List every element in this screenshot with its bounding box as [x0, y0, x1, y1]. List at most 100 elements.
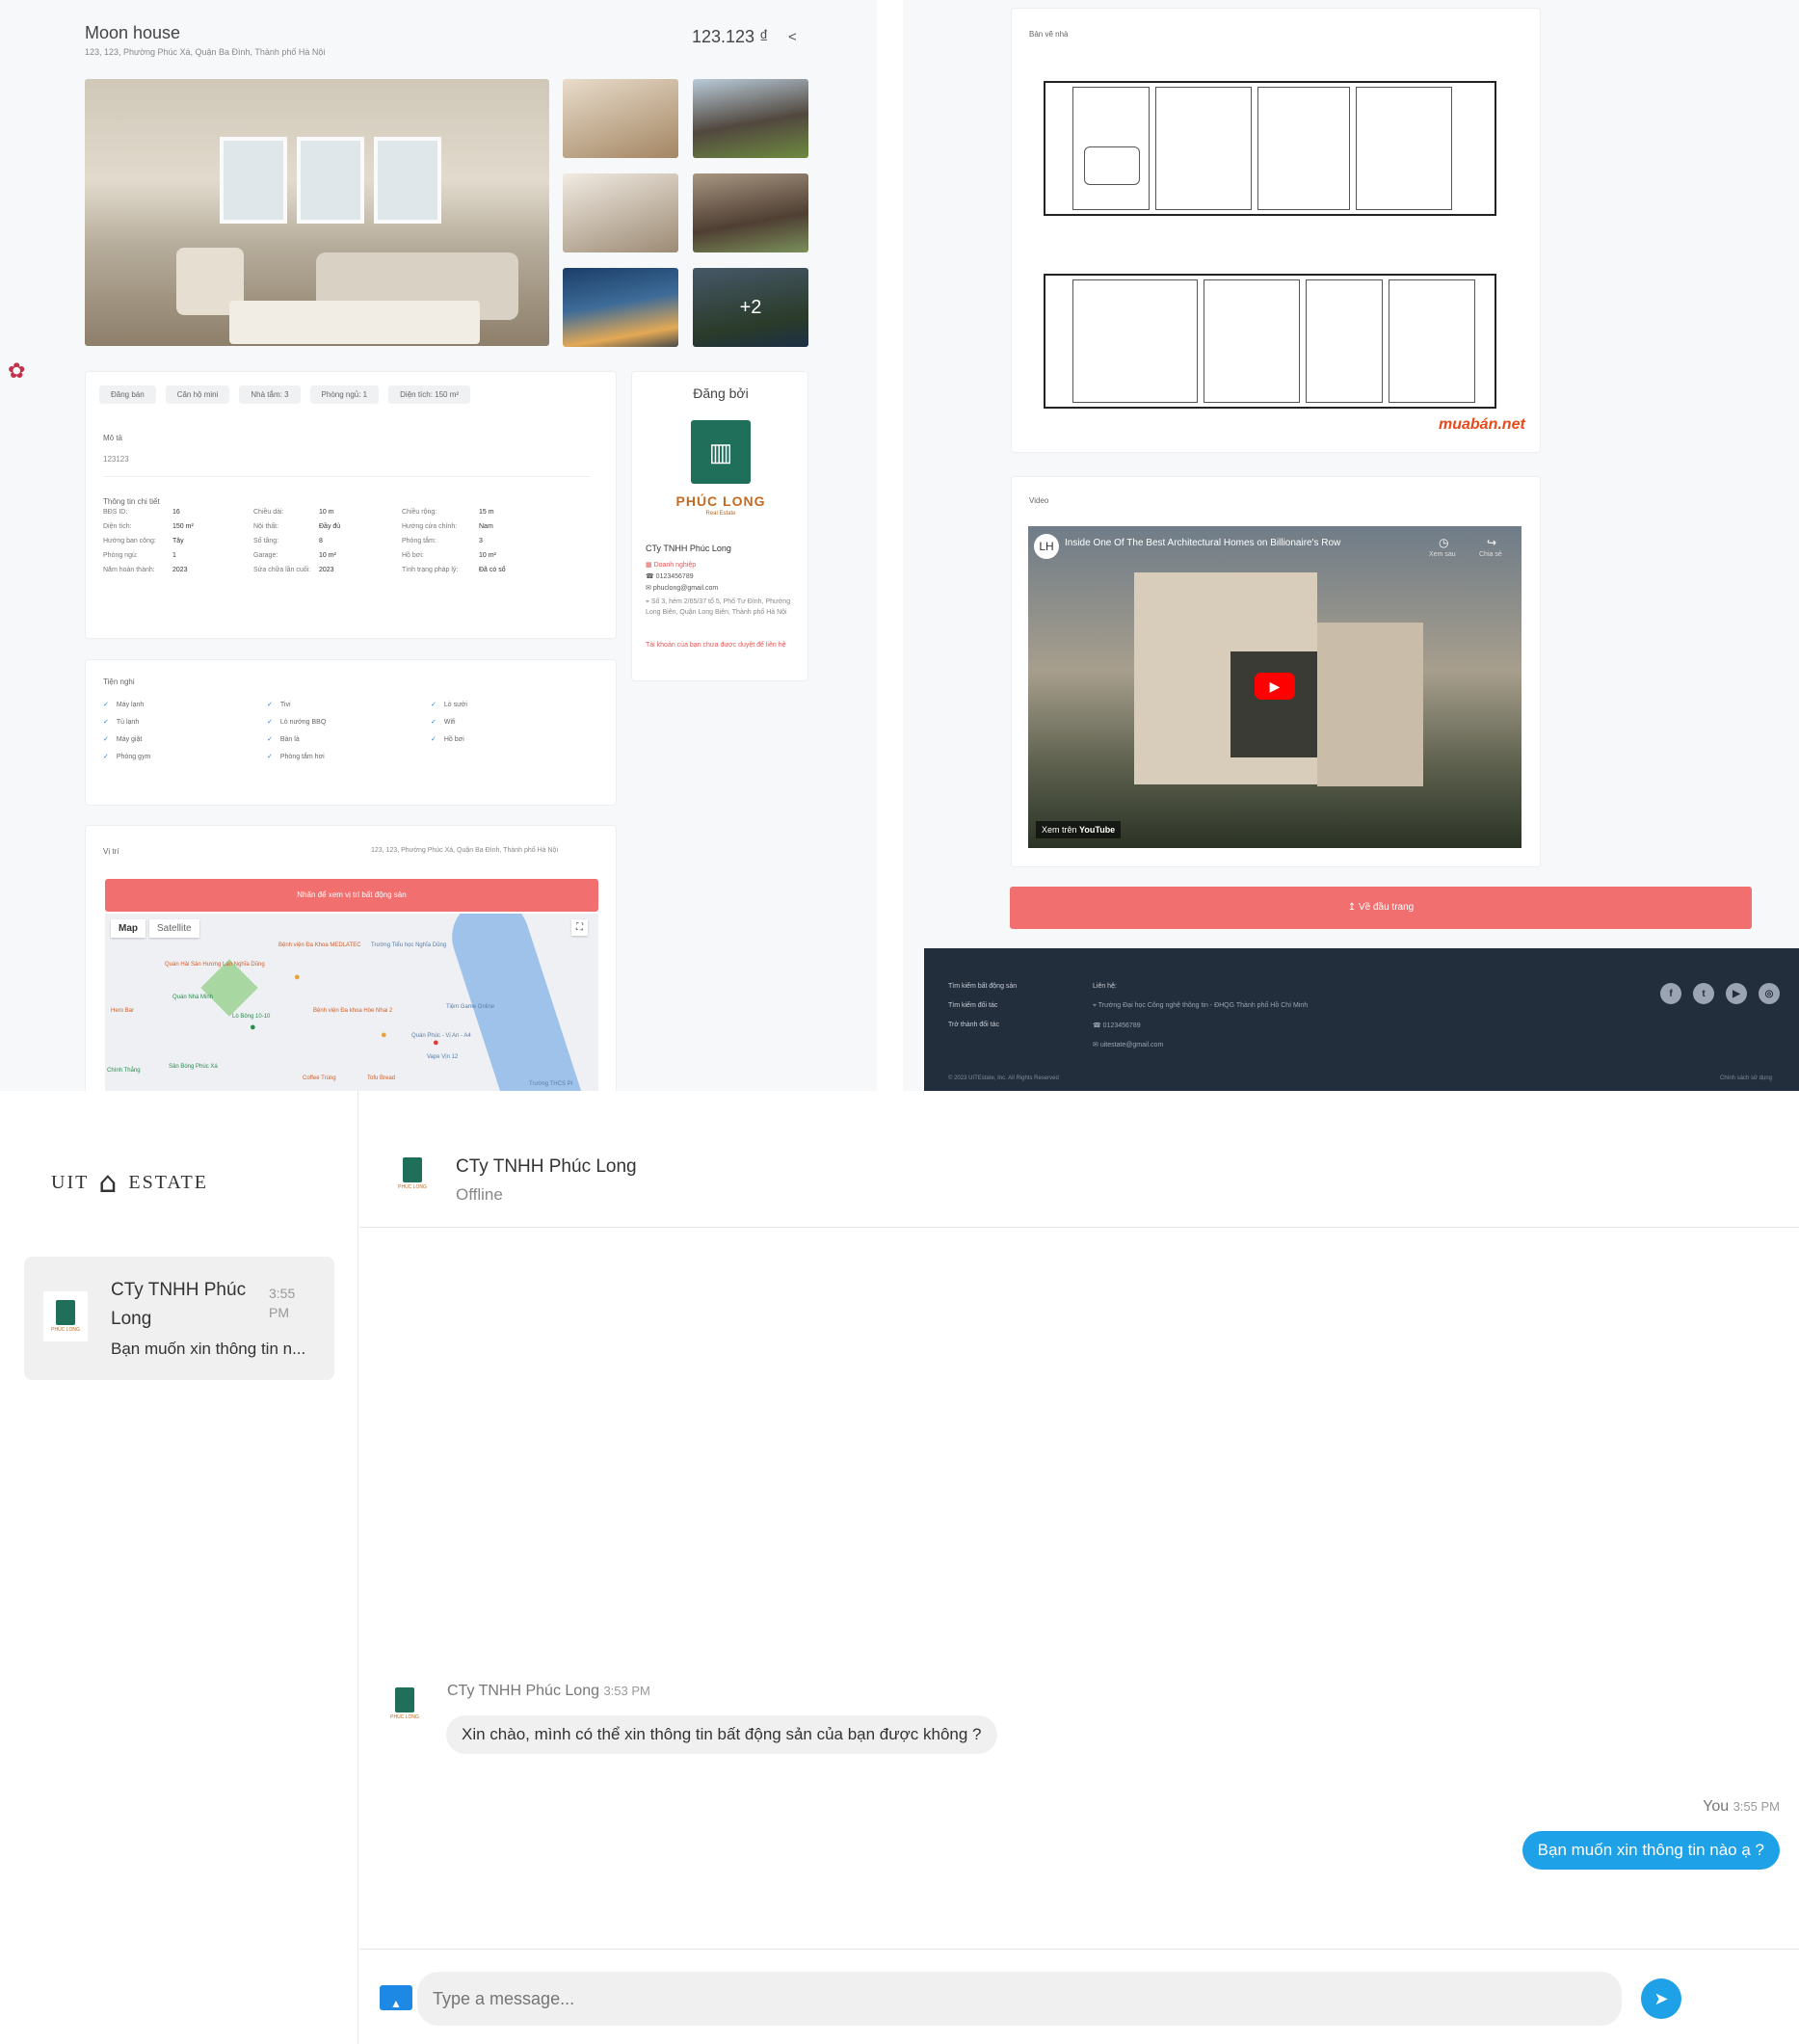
- chat-header-status: Offline: [456, 1185, 503, 1204]
- brand-left: UIT: [51, 1172, 90, 1193]
- agent-address-text: Số 3, hẻm 2/65/37 tổ 5, Phố Tư Đình, Phư…: [646, 598, 791, 616]
- watch-later-icon[interactable]: ◷: [1439, 536, 1448, 549]
- map-poi-icon[interactable]: ●: [250, 1022, 256, 1033]
- video-player[interactable]: LH Inside One Of The Best Architectural …: [1028, 526, 1521, 848]
- satellite-tab[interactable]: Satellite: [149, 919, 199, 938]
- share-video-label: Chia sẻ: [1479, 551, 1502, 558]
- amenity-item: ✓ Bàn là: [267, 735, 431, 743]
- company-logo-subtext: Real Estate: [705, 511, 736, 517]
- contact-phone-text: 0123456789: [1102, 1022, 1141, 1029]
- message-time: 3:53 PM: [603, 1684, 650, 1698]
- agent-name: CTy TNHH Phúc Long: [646, 544, 731, 553]
- chat-header: PHÚC LONG CTy TNHH Phúc Long Offline: [359, 1091, 1799, 1228]
- video-label: Video: [1029, 496, 1049, 505]
- brand-logo[interactable]: UIT ⌂ ESTATE: [51, 1166, 208, 1200]
- thumbnail-photo[interactable]: [563, 268, 678, 347]
- map-label: Tofu Bread: [367, 1075, 396, 1081]
- detail-label: Hồ bơi:: [402, 552, 424, 559]
- detail-value: 16: [172, 509, 180, 516]
- detail-label: BĐS ID:: [103, 509, 128, 516]
- agent-phone-text: 0123456789: [655, 573, 694, 580]
- youtube-icon[interactable]: ▶: [1726, 983, 1747, 1004]
- detail-value: 8: [319, 538, 323, 544]
- map-label: Quán Nhà Minh: [172, 995, 214, 1000]
- agent-email[interactable]: ✉ phuclong@gmail.com: [646, 584, 718, 592]
- video-title[interactable]: Inside One Of The Best Architectural Hom…: [1065, 538, 1340, 548]
- thumbnail-photo[interactable]: [563, 173, 678, 252]
- instagram-icon[interactable]: ◎: [1759, 983, 1780, 1004]
- footer-link[interactable]: Tìm kiếm đối tác: [948, 1002, 997, 1009]
- building-icon: ▦: [646, 562, 654, 569]
- map-tab[interactable]: Map: [111, 919, 146, 938]
- share-video-icon[interactable]: ↪: [1487, 536, 1496, 549]
- amenity-label: Hồ bơi: [443, 736, 464, 743]
- detail-label: Phòng ngủ:: [103, 552, 138, 559]
- terms-link[interactable]: Chính sách sử dụng: [1720, 1075, 1772, 1081]
- facebook-icon[interactable]: f: [1660, 983, 1681, 1004]
- detail-label: Tình trạng pháp lý:: [402, 567, 459, 573]
- watch-on-youtube[interactable]: Xem trên YouTube: [1036, 821, 1122, 838]
- share-icon[interactable]: <: [788, 29, 797, 45]
- floor-plan-label: Bản vẽ nhà: [1029, 30, 1069, 39]
- amenity-item: ✓ Lò sưởi: [431, 701, 546, 708]
- amenity-label: Lò nướng BBQ: [279, 719, 327, 726]
- check-icon: ✓: [267, 719, 273, 726]
- posted-by-label: Đăng bởi: [693, 385, 749, 401]
- channel-avatar[interactable]: LH: [1034, 534, 1059, 559]
- main-photo[interactable]: [85, 79, 549, 346]
- check-icon: ✓: [103, 736, 109, 743]
- footer-link[interactable]: Trở thành đối tác: [948, 1022, 999, 1028]
- map-label: Hero Bar: [111, 1008, 135, 1014]
- send-icon[interactable]: ➤: [1641, 1978, 1681, 2019]
- floor-plan-image[interactable]: muabán.net: [1030, 58, 1525, 443]
- brand-right: ESTATE: [128, 1172, 208, 1193]
- message-avatar: PHÚC LONG: [383, 1679, 427, 1729]
- detail-value: 10 m²: [319, 552, 336, 559]
- agent-phone[interactable]: ☎ 0123456789: [646, 572, 694, 580]
- arrow-up-icon: ↥: [1347, 902, 1359, 913]
- play-icon[interactable]: ▶: [1255, 673, 1295, 700]
- info-card: Đăng bán Căn hộ mini Nhà tắm: 3 Phòng ngủ: …: [85, 371, 617, 639]
- amenity-item: ✓ Tủ lạnh: [103, 718, 267, 726]
- fullscreen-icon[interactable]: ⛶: [571, 919, 588, 936]
- detail-value: Tây: [172, 538, 184, 544]
- twitter-icon[interactable]: t: [1693, 983, 1714, 1004]
- view-location-button[interactable]: Nhấn để xem vị trí bất động sản: [105, 879, 598, 912]
- check-icon: ✓: [103, 754, 109, 760]
- thumbnail-photo[interactable]: [693, 79, 808, 158]
- amenity-label: Lò sưởi: [443, 702, 467, 708]
- tag-chip: Căn hộ mini: [165, 385, 230, 404]
- phone-icon: ☎: [646, 573, 656, 580]
- image-upload-icon[interactable]: ▲: [380, 1985, 412, 2010]
- detail-label: Garage:: [253, 552, 278, 559]
- more-photos-thumbnail[interactable]: +2: [693, 268, 808, 347]
- thumbnail-photo[interactable]: [563, 79, 678, 158]
- amenity-label: Wifi: [443, 719, 456, 726]
- more-photos-count: +2: [693, 268, 808, 347]
- details-grid: BĐS ID: 16 Chiều dài: 10 m Chiều rộng: 15 m Di…: [103, 509, 556, 573]
- map[interactable]: Map Satellite ⛶ Bệnh viện Đa Khoa MEDLAT…: [105, 914, 598, 1091]
- my-message-meta: You 3:55 PM: [1703, 1798, 1780, 1816]
- amenities-list: ✓ Máy lạnh ✓ Tivi ✓ Lò sưởi ✓ Tủ lạnh ✓ Lò nướng …: [103, 701, 508, 760]
- youtube-logo: YouTube: [1079, 825, 1116, 835]
- contact-phone: ☎ 0123456789: [1093, 1022, 1141, 1029]
- map-label: Tiệm Game Online: [446, 1004, 495, 1010]
- back-to-top-button[interactable]: ↥ Về đầu trang: [1010, 887, 1752, 929]
- listing-panel: Moon house 123, 123, Phường Phúc Xá, Quậ…: [0, 0, 877, 1091]
- map-poi-icon[interactable]: ●: [294, 971, 301, 983]
- check-icon: ✓: [103, 719, 109, 726]
- map-poi-icon[interactable]: ●: [381, 1029, 387, 1041]
- location-pin-icon[interactable]: ●: [433, 1037, 439, 1049]
- phone-icon: ☎: [1093, 1022, 1103, 1029]
- amenity-label: Máy giặt: [116, 736, 143, 743]
- message-input[interactable]: [417, 1972, 1622, 2026]
- thumbnail-photo[interactable]: [693, 173, 808, 252]
- detail-value: Nam: [479, 523, 493, 530]
- description-label: Mô tả: [103, 434, 123, 442]
- conversation-item[interactable]: PHÚC LONG CTy TNHH Phúc Long 3:55 PM Bạn…: [24, 1257, 334, 1380]
- footer-link[interactable]: Tìm kiếm bất động sản: [948, 983, 1017, 990]
- amenity-label: Bàn là: [279, 736, 300, 743]
- tag-chip: Nhà tắm: 3: [239, 385, 301, 404]
- check-icon: ✓: [431, 719, 437, 726]
- detail-value: 2023: [319, 567, 334, 573]
